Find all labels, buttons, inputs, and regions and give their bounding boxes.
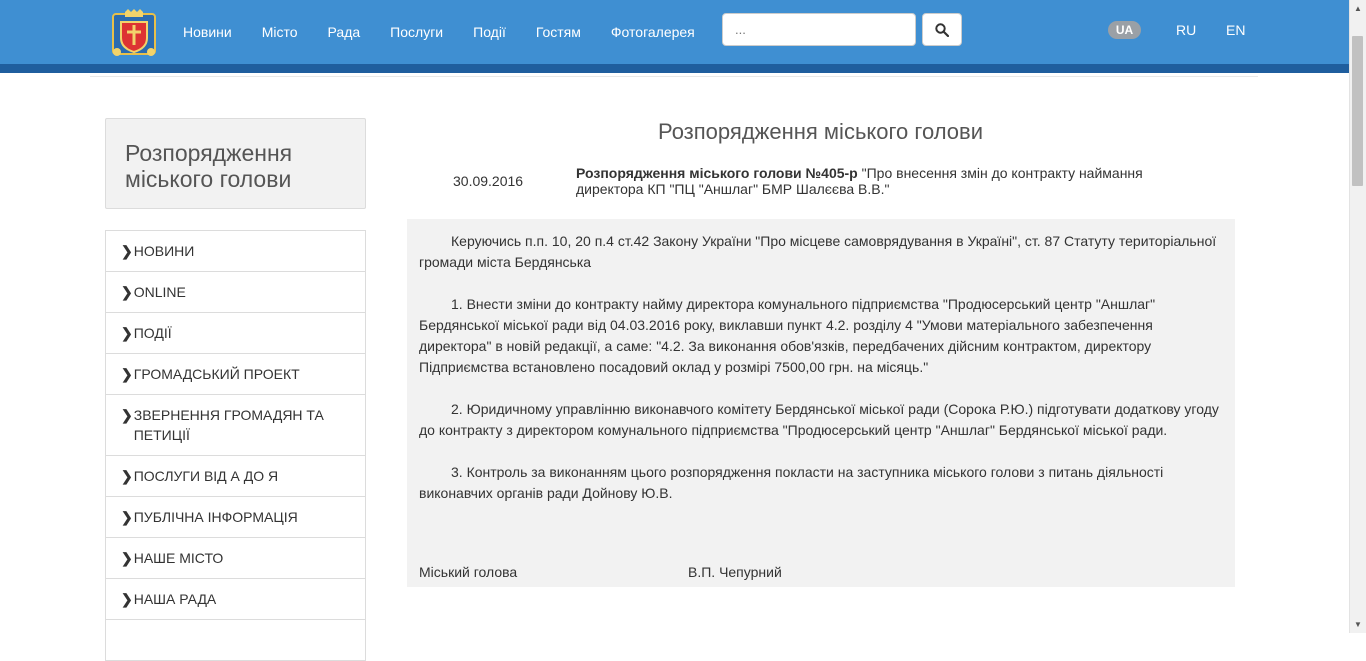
nav-city[interactable]: Місто <box>257 0 303 64</box>
nav-guests[interactable]: Гостям <box>531 0 586 64</box>
chevron-right-icon: ❯ <box>121 243 133 259</box>
sidebar-item-public-project[interactable]: ❯ Громадський проект <box>106 354 365 395</box>
sidebar-item-our-city[interactable]: ❯ Наше місто <box>106 538 365 579</box>
city-coat-of-arms-logo[interactable] <box>107 8 161 60</box>
lang-ua-active[interactable]: UA <box>1108 21 1141 39</box>
sidebar-item-partial[interactable] <box>106 620 365 661</box>
main-nav: Новини Місто Рада Послуги Події Гостям Ф… <box>168 0 710 64</box>
sidebar-title: Розпорядження міського голови <box>125 140 293 192</box>
scroll-down-arrow-icon[interactable]: ▼ <box>1350 616 1366 633</box>
chevron-right-icon: ❯ <box>121 284 133 300</box>
chevron-right-icon: ❯ <box>121 407 133 423</box>
document-paragraph: 1. Внести зміни до контракту найму дирек… <box>419 296 1156 375</box>
page-scrollbar[interactable]: ▲ ▼ <box>1349 0 1366 633</box>
lang-en[interactable]: EN <box>1226 22 1245 38</box>
search-input[interactable] <box>722 13 916 46</box>
chevron-right-icon: ❯ <box>121 550 133 566</box>
document-paragraph: 2. Юридичному управлінню виконавчого ком… <box>419 401 1219 438</box>
nav-photo-gallery[interactable]: Фотогалерея <box>606 0 700 64</box>
chevron-right-icon: ❯ <box>121 509 133 525</box>
sidebar-item-online[interactable]: ❯ Online <box>106 272 365 313</box>
sidebar-menu: ❯ Новини ❯ Online ❯ Події ❯ Громадський прое… <box>105 230 366 661</box>
nav-news[interactable]: Новини <box>178 0 237 64</box>
signature-name: В.П. Чепурний <box>688 564 782 580</box>
top-navbar: Новини Місто Рада Послуги Події Гостям Ф… <box>0 0 1349 64</box>
document-body: Керуючись п.п. 10, 20 п.4 ст.42 Закону У… <box>407 219 1235 587</box>
chevron-right-icon: ❯ <box>121 366 133 382</box>
document-number: Розпорядження міського голови №405-р <box>576 165 858 181</box>
sidebar-item-public-info[interactable]: ❯ Публічна інформація <box>106 497 365 538</box>
document-paragraph: Керуючись п.п. 10, 20 п.4 ст.42 Закону У… <box>419 233 1217 270</box>
nav-services[interactable]: Послуги <box>385 0 448 64</box>
document-date: 30.09.2016 <box>453 173 524 189</box>
sidebar-title-box: Розпорядження міського голови <box>105 118 366 209</box>
scroll-up-arrow-icon[interactable]: ▲ <box>1350 0 1366 17</box>
sidebar-item-events[interactable]: ❯ Події <box>106 313 365 354</box>
chevron-right-icon: ❯ <box>121 468 133 484</box>
sidebar-item-petitions[interactable]: ❯ Звернення громадян та петиції <box>106 395 365 456</box>
chevron-right-icon: ❯ <box>121 591 133 607</box>
search-icon <box>935 22 949 37</box>
sidebar-item-news[interactable]: ❯ Новини <box>106 231 365 272</box>
document-paragraph: 3. Контроль за виконанням цього розпоряд… <box>419 464 1164 501</box>
nav-council[interactable]: Рада <box>323 0 366 64</box>
sidebar-item-our-council[interactable]: ❯ Наша рада <box>106 579 365 620</box>
nav-events[interactable]: Події <box>468 0 511 64</box>
signature-role: Міський голова <box>419 564 518 580</box>
chevron-right-icon: ❯ <box>121 325 133 341</box>
navbar-stripe <box>0 64 1349 73</box>
sidebar-item-services-a-z[interactable]: ❯ Послуги від А до Я <box>106 456 365 497</box>
scroll-thumb[interactable] <box>1352 36 1363 186</box>
lang-ru[interactable]: RU <box>1176 22 1196 38</box>
search-button[interactable] <box>922 13 962 46</box>
divider <box>90 76 1258 77</box>
document-heading: Розпорядження міського голови №405-р "Пр… <box>576 165 1206 197</box>
page-title: Розпорядження міського голови <box>657 119 983 144</box>
